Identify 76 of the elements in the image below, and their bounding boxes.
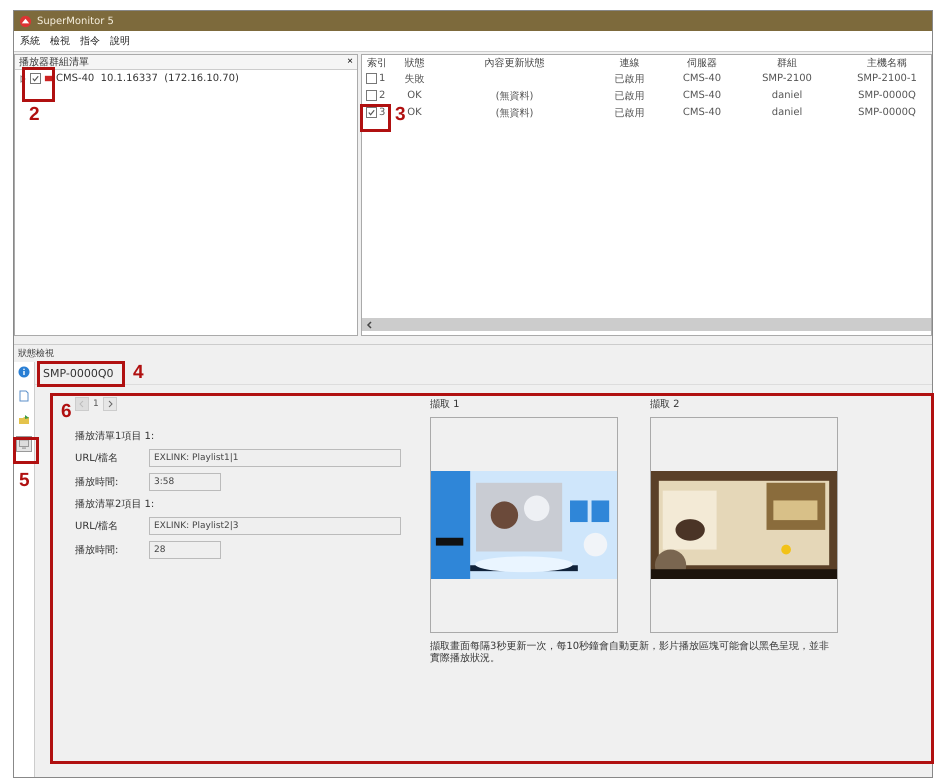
table-cell: OK [407, 107, 422, 118]
panel-title: 狀態檢視 [17, 348, 55, 361]
tree-item[interactable]: CMS-40 10.1.16337 (172.16.10.70) [56, 73, 239, 84]
field-label: URL/檔名 [75, 520, 120, 533]
player-name: SMP-0000Q0 [43, 366, 114, 380]
play-time-field[interactable]: 28 [149, 541, 221, 559]
callout-number: 2 [29, 104, 40, 126]
folder-icon [18, 414, 30, 426]
column-header[interactable]: 伺服器 [667, 56, 737, 70]
column-header[interactable]: 內容更新狀態 [437, 56, 592, 70]
table-cell-text: 失敗 [404, 72, 424, 86]
field-label: 播放時間: [75, 544, 120, 557]
checkbox[interactable] [30, 73, 41, 84]
table-cell: CMS-40 [682, 90, 722, 101]
table-cell: CMS-40 [682, 73, 722, 84]
column-header[interactable]: 主機名稱 [837, 56, 931, 70]
capture-note: 擷取畫面每隔3秒更新一次，每10秒鐘會自動更新，影片播放區塊可能會以黑色呈現，並非實際播放狀況。 [430, 641, 830, 665]
scroll-left-icon[interactable] [366, 320, 374, 328]
callout-number: 4 [133, 362, 144, 384]
caret-right-icon [106, 400, 114, 408]
horizontal-scrollbar[interactable] [362, 318, 931, 331]
callout-number: 5 [19, 470, 30, 492]
callout-number: 6 [61, 401, 72, 423]
field-label: 播放時間: [75, 476, 120, 489]
column-header[interactable]: 索引 [362, 56, 392, 70]
column-header[interactable]: 群組 [737, 56, 837, 70]
table-cell: SMP-2100-1 [857, 73, 917, 84]
table-cell-text: (無資料) [496, 90, 534, 102]
checkbox[interactable] [366, 107, 377, 118]
capture-label: 擷取 1 [430, 398, 461, 411]
callout-number: 3 [395, 104, 406, 126]
expand-icon[interactable] [19, 74, 27, 82]
document-icon [18, 390, 30, 402]
monitor-icon [18, 438, 30, 450]
caret-left-icon [78, 400, 86, 408]
table-cell-text: 已啟用 [614, 72, 644, 86]
table-cell: SMP-0000Q [858, 90, 916, 101]
table-cell: daniel [772, 90, 802, 101]
menu-item[interactable]: 指令 [76, 34, 104, 48]
table-cell: CMS-40 [682, 107, 722, 118]
column-header[interactable]: 狀態 [392, 56, 437, 70]
url-field[interactable]: EXLINK: Playlist2|3 [149, 517, 401, 535]
callout-box [360, 104, 391, 132]
table-cell-text: 已啟用 [614, 90, 644, 102]
table-cell: 3 [379, 107, 386, 118]
column-header[interactable]: 連線 [592, 56, 667, 70]
close-button[interactable]: × [347, 57, 353, 67]
play-time-field[interactable]: 3:58 [149, 473, 221, 491]
field-label: URL/檔名 [75, 452, 120, 465]
table-cell: OK [407, 90, 422, 101]
callout-box [22, 67, 55, 102]
info-icon [18, 366, 30, 378]
table-cell: 2 [379, 90, 386, 101]
page-number: 1 [93, 399, 99, 409]
next-page-button[interactable] [102, 397, 117, 411]
app-logo-icon [19, 14, 32, 28]
menu-item[interactable]: 系統 [16, 34, 44, 48]
table-cell-text: 已啟用 [614, 106, 644, 120]
menu-item[interactable]: 說明 [106, 34, 134, 48]
checkbox[interactable] [366, 90, 377, 101]
panel-title: 播放器群組清單 [19, 56, 89, 69]
table-cell: daniel [772, 107, 802, 118]
playlist-heading: 播放清單2項目 1: [75, 498, 156, 511]
checkbox[interactable] [366, 73, 377, 84]
server-icon [44, 74, 53, 83]
callout-box [13, 437, 39, 464]
capture-label: 擷取 2 [650, 398, 681, 411]
menu-item[interactable]: 檢視 [46, 34, 74, 48]
table-cell: SMP-2100 [762, 73, 812, 84]
window-title: SuperMonitor 5 [37, 16, 114, 26]
table-cell: SMP-0000Q [858, 107, 916, 118]
side-tab[interactable] [16, 364, 32, 380]
url-field[interactable]: EXLINK: Playlist1|1 [149, 449, 401, 467]
playlist-heading: 播放清單1項目 1: [75, 430, 156, 443]
table-cell: 1 [379, 73, 386, 84]
table-cell-text: (無資料) [496, 106, 534, 120]
